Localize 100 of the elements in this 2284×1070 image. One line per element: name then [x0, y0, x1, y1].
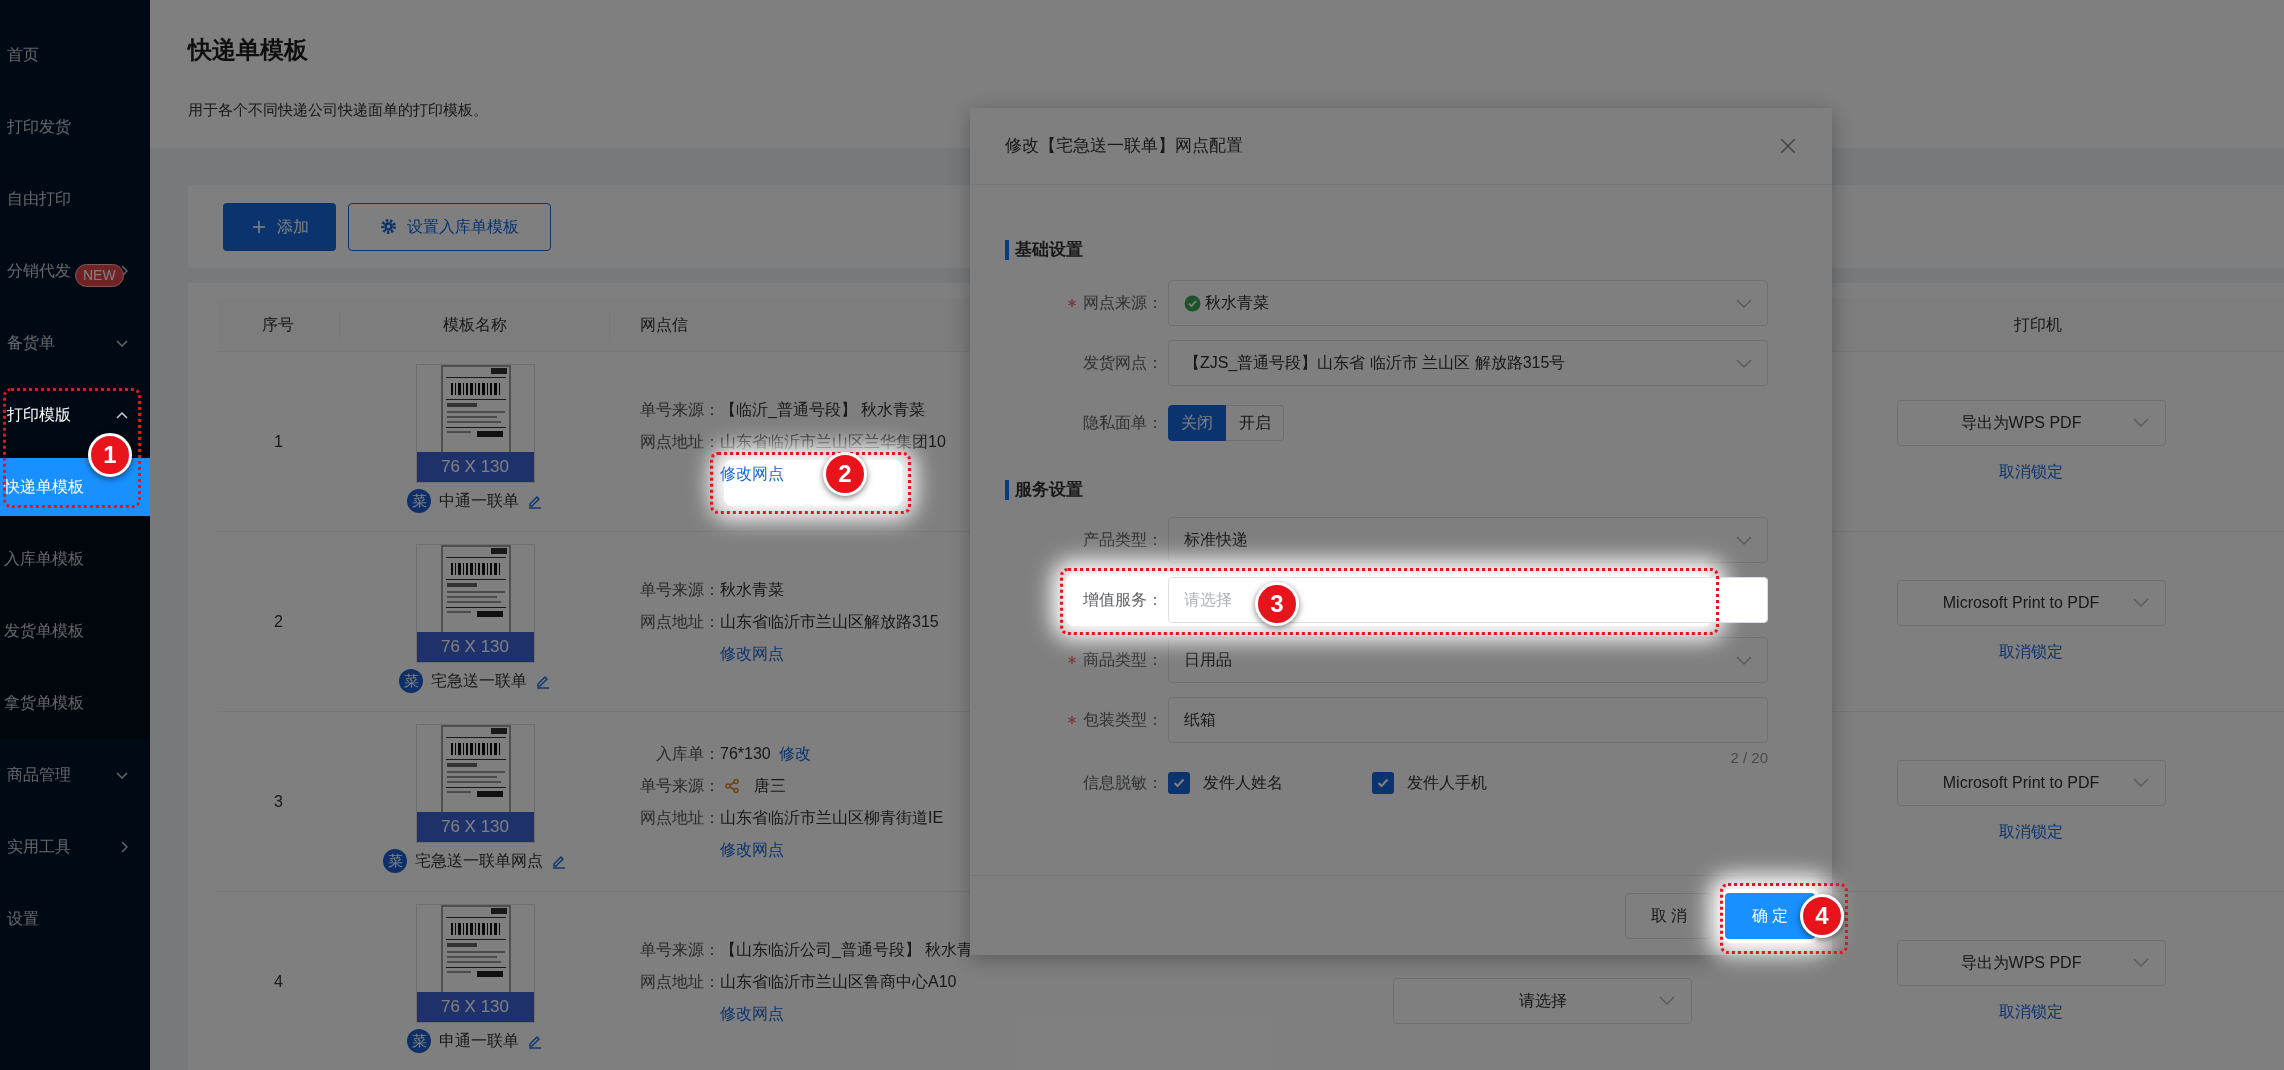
- select-field[interactable]: 日用品: [1168, 637, 1768, 683]
- column-header: 模板名称: [442, 314, 507, 335]
- new-badge: NEW: [75, 264, 124, 287]
- size-label: 76 X 130: [416, 992, 534, 1022]
- chevron-down-icon: [1736, 298, 1752, 308]
- field-value: 76*130: [720, 743, 771, 764]
- field-label: 发货网点：: [1083, 353, 1163, 373]
- sidebar-item[interactable]: 打印发货: [0, 110, 150, 144]
- sidebar-item[interactable]: 设置: [0, 902, 150, 936]
- sidebar-item[interactable]: 实用工具: [0, 830, 150, 864]
- unlock-link[interactable]: 取消锁定: [1999, 999, 2063, 1024]
- edit-outlet-link[interactable]: 修改网点: [720, 837, 784, 862]
- close-icon[interactable]: [1779, 137, 1797, 155]
- chevron-down-icon: [2132, 418, 2149, 427]
- gear-icon: [380, 218, 397, 235]
- edit-outlet-link[interactable]: 修改网点: [720, 461, 784, 486]
- printer-select[interactable]: Microsoft Print to PDF: [1896, 759, 2166, 806]
- sidebar-item[interactable]: 打印模版: [0, 398, 150, 432]
- select-field[interactable]: 请选择: [1393, 977, 1692, 1024]
- column-header: 网点信: [640, 314, 688, 335]
- toggle-option[interactable]: 关闭: [1168, 405, 1226, 441]
- template-name: 中通一联单: [439, 491, 519, 511]
- column-header: 序号: [262, 314, 294, 335]
- field-label: 单号来源：: [639, 939, 720, 960]
- template-thumbnail[interactable]: 76 X 130: [415, 724, 535, 843]
- section-title: 服务设置: [1015, 479, 1083, 502]
- edit-outlet-link[interactable]: 修改网点: [720, 1001, 784, 1026]
- check-icon: [1376, 776, 1390, 790]
- callout-badge: 1: [88, 433, 132, 477]
- field-value: 【临沂_普通号段】 秋水青菜: [720, 399, 926, 420]
- field-label: 隐私面单：: [1083, 413, 1163, 433]
- sidebar-subitem[interactable]: 发货单模板: [0, 595, 150, 667]
- template-settings-button[interactable]: 设置入库单模板: [348, 202, 551, 251]
- toggle-option[interactable]: 开启: [1226, 405, 1284, 441]
- printer-select[interactable]: 导出为WPS PDF: [1896, 939, 2166, 986]
- input-field[interactable]: 纸箱: [1168, 697, 1768, 743]
- field-label: 网点地址：: [639, 431, 720, 452]
- edit-outlet-link[interactable]: 修改网点: [720, 641, 784, 666]
- field-label: 网点地址：: [639, 971, 720, 992]
- field-label: 网点来源：: [1083, 293, 1163, 313]
- unlock-link[interactable]: 取消锁定: [1999, 639, 2063, 664]
- field-value: 山东省临沂市兰山区解放路315: [720, 611, 939, 632]
- courier-logo: 菜: [399, 669, 423, 693]
- chevron-right-icon: [121, 265, 128, 277]
- dialog-title: 修改【宅急送一联单】网点配置: [1005, 135, 1243, 158]
- unlock-link[interactable]: 取消锁定: [1999, 459, 2063, 484]
- field-label: 单号来源：: [639, 579, 720, 600]
- sidebar-item[interactable]: 备货单: [0, 326, 150, 360]
- add-button[interactable]: 添加: [223, 202, 336, 251]
- field-value: 山东省临沂市兰山区兰华集团10: [720, 431, 946, 452]
- section-title: 基础设置: [1015, 239, 1083, 262]
- field-label: 增值服务：: [1083, 590, 1163, 610]
- size-label: 76 X 130: [416, 812, 534, 842]
- field-value: 山东省临沂市兰山区鲁商中心A10: [720, 971, 957, 992]
- template-name: 申通一联单: [439, 1031, 519, 1051]
- field-label: 包装类型：: [1083, 710, 1163, 730]
- template-thumbnail[interactable]: 76 X 130: [415, 364, 535, 483]
- chevron-down-icon: [2132, 778, 2149, 787]
- printer-select[interactable]: Microsoft Print to PDF: [1896, 579, 2166, 626]
- row-number: 4: [274, 971, 283, 992]
- template-thumbnail[interactable]: 76 X 130: [415, 904, 535, 1023]
- cancel-button[interactable]: 取 消: [1625, 892, 1713, 939]
- chevron-down-icon: [1736, 655, 1752, 665]
- chevron-down-icon: [116, 771, 128, 779]
- template-thumbnail[interactable]: 76 X 130: [415, 544, 535, 663]
- select-field[interactable]: 标准快递: [1168, 517, 1768, 563]
- sidebar-item[interactable]: 商品管理: [0, 758, 150, 792]
- select-field[interactable]: 【ZJS_普通号段】山东省 临沂市 兰山区 解放路315号: [1168, 340, 1768, 386]
- unlock-link[interactable]: 取消锁定: [1999, 819, 2063, 844]
- chevron-down-icon: [1736, 535, 1752, 545]
- edit-link[interactable]: 修改: [778, 741, 811, 766]
- field-value: 山东省临沂市兰山区柳青街道IE: [720, 807, 944, 828]
- field-label: 网点地址：: [639, 807, 720, 828]
- field-label: 单号来源：: [639, 399, 720, 420]
- checkbox[interactable]: [1372, 772, 1394, 794]
- page-title: 快递单模板: [188, 35, 309, 65]
- checkbox-label: 发件人手机: [1407, 773, 1487, 793]
- sidebar-subitem[interactable]: 拿货单模板: [0, 667, 150, 739]
- checkbox[interactable]: [1168, 772, 1190, 794]
- field-label: 商品类型：: [1083, 650, 1163, 670]
- row-number: 1: [274, 431, 283, 452]
- field-label: 产品类型：: [1083, 530, 1163, 550]
- column-header: 打印机: [2014, 314, 2062, 335]
- sidebar-item[interactable]: 分销代发 NEW: [0, 254, 150, 288]
- courier-logo: 菜: [383, 849, 407, 873]
- callout-badge: 2: [823, 451, 867, 496]
- row-number: 2: [274, 611, 283, 632]
- size-label: 76 X 130: [416, 452, 534, 482]
- plus-icon: [250, 218, 267, 235]
- sidebar-item[interactable]: 首页: [0, 38, 150, 72]
- check-icon: [1172, 776, 1186, 790]
- sidebar-subitem[interactable]: 入库单模板: [0, 523, 150, 595]
- template-name: 宅急送一联单网点: [415, 851, 543, 871]
- printer-select[interactable]: 导出为WPS PDF: [1896, 399, 2166, 446]
- chevron-right-icon: [121, 841, 128, 853]
- chevron-down-icon: [1736, 358, 1752, 368]
- chevron-up-icon: [116, 411, 128, 419]
- select-field[interactable]: 秋水青菜: [1168, 280, 1768, 326]
- field-value: 【山东临沂公司_普通号段】 秋水青: [720, 939, 974, 960]
- sidebar-item[interactable]: 自由打印: [0, 182, 150, 216]
